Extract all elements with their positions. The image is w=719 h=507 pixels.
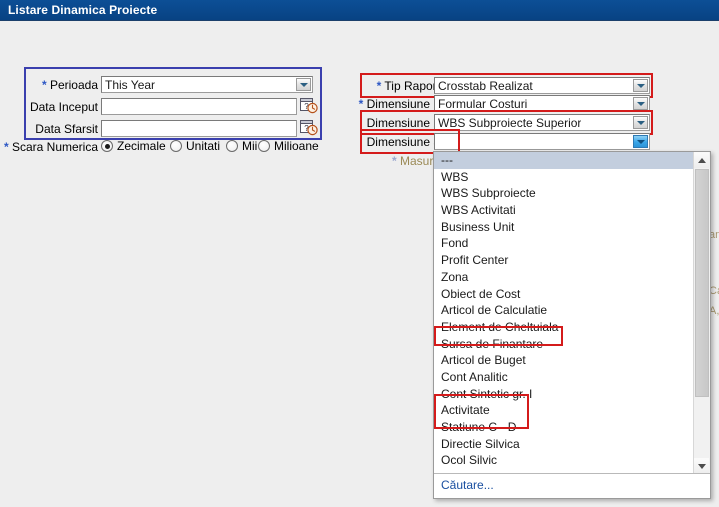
list-item[interactable]: Fond	[434, 235, 694, 252]
chevron-down-icon-dimensiune-3[interactable]	[633, 135, 648, 148]
dropdown-option-list[interactable]: --- WBS WBS Subproiecte WBS Activitati B…	[434, 152, 694, 474]
window-title-bar: Listare Dinamica Proiecte	[0, 0, 719, 21]
radio-milioane[interactable]: Milioane	[258, 139, 319, 153]
list-item[interactable]: Cont Analitic	[434, 369, 694, 386]
scrollbar-thumb[interactable]	[695, 169, 709, 397]
list-item[interactable]: Cont Sintetic gr. I	[434, 386, 694, 403]
label-dimensiune-3-text: Dimensiune 3	[366, 135, 440, 149]
data-inceput-input[interactable]	[101, 98, 297, 115]
label-scara-numerica: * Scara Numerica	[2, 140, 98, 154]
dimensiune-3-combobox[interactable]	[434, 133, 650, 150]
label-tip-raport-text: Tip Raport	[384, 79, 440, 93]
radio-label-mii: Mii	[242, 139, 258, 153]
list-item[interactable]: Articol de Calculatie	[434, 302, 694, 319]
label-dimensiune-1: * Dimensiune 1	[355, 97, 440, 111]
required-asterisk-dimensiune-1: *	[358, 97, 364, 111]
radio-label-zecimale: Zecimale	[117, 139, 166, 153]
required-asterisk-scara: *	[3, 140, 9, 154]
list-item[interactable]: WBS	[434, 169, 694, 186]
radio-label-milioane: Milioane	[274, 139, 319, 153]
application-window: Listare Dinamica Proiecte an Ca A, * Per…	[0, 0, 719, 507]
chevron-down-icon-dimensiune-1[interactable]	[633, 97, 648, 110]
label-dimensiune-2-text: Dimensiune 2	[366, 116, 440, 130]
label-perioada: * Perioada	[8, 78, 98, 92]
label-data-sfarsit: Data Sfarsit	[8, 122, 98, 136]
label-perioada-text: Perioada	[49, 78, 98, 92]
list-item[interactable]: Zona	[434, 269, 694, 286]
required-asterisk-masura: *	[391, 154, 397, 168]
label-dimensiune-1-text: Dimensiune 1	[366, 97, 440, 111]
radio-dot-milioane[interactable]	[258, 140, 270, 152]
chevron-down-icon-tip-raport[interactable]	[633, 79, 648, 92]
radio-mii[interactable]: Mii	[226, 139, 257, 153]
dimensiune-1-combobox[interactable]: Formular Costuri	[434, 95, 650, 112]
tip-raport-value: Crosstab Realizat	[438, 79, 533, 93]
label-dimensiune-2: Dimensiune 2	[361, 116, 440, 130]
label-masura: * Masura	[375, 154, 440, 168]
list-item[interactable]: Sursa de Finantare	[434, 336, 694, 353]
list-item[interactable]: Business Unit	[434, 219, 694, 236]
list-item[interactable]: Profit Center	[434, 252, 694, 269]
dimensiune-2-combobox[interactable]: WBS Subproiecte Superior	[434, 114, 650, 131]
list-item[interactable]: Activitate	[434, 402, 694, 419]
chevron-down-icon[interactable]	[296, 78, 311, 91]
radio-dot-zecimale[interactable]	[101, 140, 113, 152]
required-asterisk-tip-raport: *	[376, 79, 382, 93]
list-item[interactable]: ---	[434, 152, 694, 169]
perioada-combobox[interactable]: This Year	[101, 76, 313, 93]
list-item[interactable]: WBS Activitati	[434, 202, 694, 219]
list-item[interactable]: Statiune C - D	[434, 419, 694, 436]
tip-raport-combobox[interactable]: Crosstab Realizat	[434, 77, 650, 94]
dropdown-scrollbar[interactable]	[693, 152, 710, 474]
search-link[interactable]: Căutare...	[441, 478, 494, 492]
label-data-inceput-text: Data Inceput	[29, 100, 98, 114]
list-item[interactable]: Articol de Buget	[434, 352, 694, 369]
list-item[interactable]: Directie Silvica	[434, 436, 694, 453]
list-item[interactable]: WBS Subproiecte	[434, 185, 694, 202]
chevron-down-icon-dimensiune-2[interactable]	[633, 116, 648, 129]
radio-unitati[interactable]: Unitati	[170, 139, 220, 153]
dimensiune-2-value: WBS Subproiecte Superior	[438, 116, 582, 130]
dimensiune-3-dropdown-list[interactable]: --- WBS WBS Subproiecte WBS Activitati B…	[433, 151, 711, 499]
list-item[interactable]: Obiect de Cost	[434, 286, 694, 303]
list-item[interactable]: Element de Cheltuiala	[434, 319, 694, 336]
label-data-inceput: Data Inceput	[8, 100, 98, 114]
form-surface: an Ca A, * Perioada This Year Data Incep…	[0, 21, 719, 507]
radio-label-unitati: Unitati	[186, 139, 221, 153]
radio-dot-mii[interactable]	[226, 140, 238, 152]
label-data-sfarsit-text: Data Sfarsit	[35, 122, 98, 136]
radio-zecimale[interactable]: Zecimale	[101, 139, 166, 153]
calendar-clock-icon-inceput[interactable]: ?	[300, 97, 318, 114]
calendar-clock-icon-sfarsit[interactable]: ?	[300, 119, 318, 136]
dropdown-search-footer[interactable]: Căutare...	[434, 473, 710, 498]
scrollbar-down-arrow-icon[interactable]	[694, 458, 709, 474]
required-asterisk-perioada: *	[41, 78, 47, 92]
data-sfarsit-input[interactable]	[101, 120, 297, 137]
dimensiune-1-value: Formular Costuri	[438, 97, 528, 111]
radio-dot-unitati[interactable]	[170, 140, 182, 152]
label-tip-raport: * Tip Raport	[362, 79, 440, 93]
scrollbar-up-arrow-icon[interactable]	[694, 152, 709, 168]
label-scara-numerica-text: Scara Numerica	[11, 140, 98, 154]
window-title: Listare Dinamica Proiecte	[8, 3, 158, 17]
label-dimensiune-3: Dimensiune 3	[361, 135, 440, 149]
list-item[interactable]: Ocol Silvic	[434, 452, 694, 469]
perioada-value: This Year	[105, 78, 156, 92]
